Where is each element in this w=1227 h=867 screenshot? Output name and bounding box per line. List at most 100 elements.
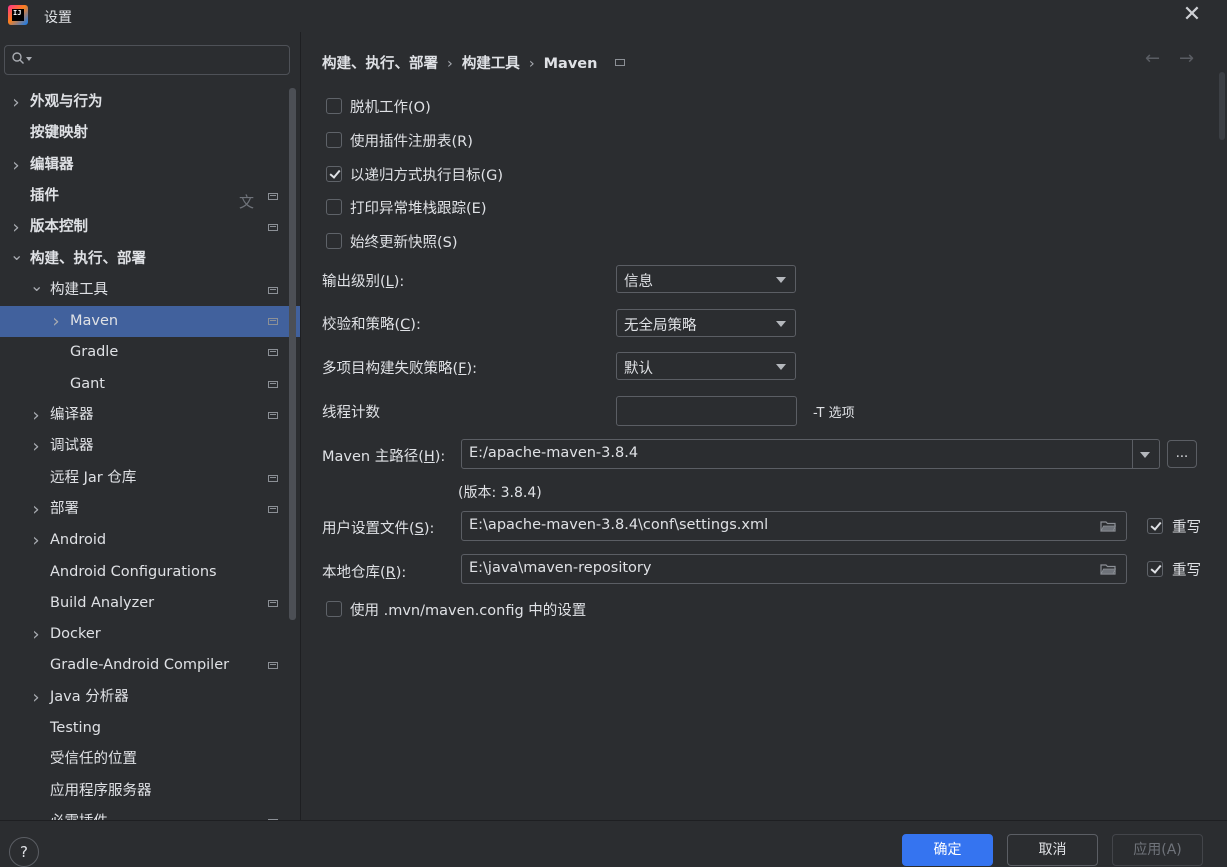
sidebar-item[interactable]: Gradle-Android Compiler [0,650,300,681]
sidebar-item[interactable]: Gant [0,369,300,400]
sidebar-item-label: 部署 [50,501,79,517]
sidebar-item[interactable]: › Docker [0,619,300,650]
cancel-button[interactable]: 取消 [1007,834,1098,866]
local-repo-override-label: 重写 [1172,563,1201,579]
sidebar-item-label: Android Configurations [50,564,217,580]
project-scope-icon [268,349,278,356]
user-settings-input[interactable]: E:\apache-maven-3.8.4\conf\settings.xml [461,511,1127,541]
sidebar-item[interactable]: Android Configurations [0,557,300,588]
dropdown-arrow-icon [776,321,786,327]
project-scope-icon [268,600,278,607]
sidebar-item[interactable]: › Maven [0,306,300,337]
thread-count-hint: -T 选项 [813,406,855,421]
apply-button[interactable]: 应用(A) [1112,834,1203,866]
project-scope-icon [268,412,278,419]
chevron-right-icon[interactable]: › [30,682,42,713]
window-title: 设置 [44,10,72,26]
breadcrumb-separator: › [528,56,535,72]
dropdown-arrow-icon[interactable] [1140,452,1150,458]
settings-sidebar: › 外观与行为 按键映射 › 编辑器 插件文 › 版本控制 ⌄ 构建、执行、部署 ⌄ 构建工具 › Mav… [0,32,300,820]
local-repo-label: 本地仓库(R): [322,565,407,581]
chevron-right-icon[interactable]: › [30,619,42,650]
browse-maven-home-button[interactable]: ... [1167,440,1197,468]
chevron-right-icon[interactable]: › [50,306,62,337]
chevron-right-icon[interactable]: › [30,400,42,431]
forward-arrow-icon[interactable]: → [1179,48,1194,69]
sidebar-scrollbar[interactable] [289,88,296,620]
sidebar-item[interactable]: › 外观与行为 [0,87,300,118]
sidebar-item[interactable]: 远程 Jar 仓库 [0,463,300,494]
use-mvn-config-checkbox[interactable] [326,601,342,617]
chevron-right-icon[interactable]: › [10,87,22,118]
project-scope-icon [268,381,278,388]
user-settings-override-checkbox[interactable] [1147,518,1163,534]
thread-count-input[interactable] [616,396,797,426]
sidebar-item[interactable]: 按键映射 [0,118,300,149]
close-icon[interactable]: ✕ [1180,3,1204,27]
sidebar-item[interactable]: › 调试器 [0,431,300,462]
folder-icon[interactable] [1100,520,1116,532]
print-stacktrace-checkbox[interactable] [326,199,342,215]
failure-policy-select[interactable]: 默认 [616,352,796,380]
sidebar-item-label: 构建、执行、部署 [30,251,146,267]
sidebar-item-label: 受信任的位置 [50,751,137,767]
sidebar-item[interactable]: 应用程序服务器 [0,776,300,807]
maven-home-combo[interactable]: E:/apache-maven-3.8.4 [461,439,1160,469]
chevron-right-icon[interactable]: › [30,525,42,556]
failure-policy-label: 多项目构建失败策略(F): [322,361,478,377]
sidebar-item-label: 调试器 [50,438,94,454]
breadcrumb-item-maven: Maven [543,56,598,72]
breadcrumb-item-build[interactable]: 构建、执行、部署 [322,52,438,73]
sidebar-item[interactable]: › 编辑器 [0,150,300,181]
chevron-down-icon[interactable]: ⌄ [10,244,23,275]
project-scope-icon [268,193,278,200]
sidebar-item[interactable]: 插件文 [0,181,300,212]
sidebar-item[interactable]: › 版本控制 [0,212,300,243]
sidebar-item[interactable]: Gradle [0,337,300,368]
output-level-value: 信息 [624,274,653,290]
local-repo-override-checkbox[interactable] [1147,561,1163,577]
help-button[interactable]: ? [9,837,39,867]
sidebar-item-label: Docker [50,626,101,642]
output-level-select[interactable]: 信息 [616,265,796,293]
project-scope-icon [268,662,278,669]
sidebar-item[interactable]: › 部署 [0,494,300,525]
chevron-right-icon[interactable]: › [30,431,42,462]
sidebar-item[interactable]: 必需插件 [0,807,300,820]
sidebar-item[interactable]: Testing [0,713,300,744]
chevron-right-icon[interactable]: › [30,494,42,525]
sidebar-item[interactable]: › Java 分析器 [0,682,300,713]
user-settings-override-label: 重写 [1172,520,1201,536]
sidebar-item[interactable]: › Android [0,525,300,556]
dropdown-arrow-icon [776,364,786,370]
recursive-goals-checkbox[interactable] [326,166,342,182]
combo-divider [1132,440,1133,468]
search-input[interactable] [4,45,290,75]
chevron-down-icon[interactable]: ⌄ [30,275,43,306]
plugin-registry-label: 使用插件注册表(R) [350,134,473,150]
edge-scrollbar[interactable] [1219,72,1225,140]
chevron-right-icon[interactable]: › [10,150,22,181]
offline-checkbox[interactable] [326,98,342,114]
output-level-label: 输出级别(L): [322,274,405,290]
sidebar-item[interactable]: ⌄ 构建工具 [0,275,300,306]
back-arrow-icon[interactable]: ← [1145,48,1160,69]
sidebar-item-label: 版本控制 [30,219,88,235]
breadcrumb-item-build-tools[interactable]: 构建工具 [462,52,520,73]
sidebar-item-label: Gradle-Android Compiler [50,657,230,673]
sidebar-item[interactable]: 受信任的位置 [0,744,300,775]
sidebar-item[interactable]: › 编译器 [0,400,300,431]
local-repo-input[interactable]: E:\java\maven-repository [461,554,1127,584]
sidebar-item-label: Build Analyzer [50,595,155,611]
search-icon [12,52,24,64]
checksum-policy-select[interactable]: 无全局策略 [616,309,796,337]
plugin-registry-checkbox[interactable] [326,132,342,148]
search-options-chevron-icon[interactable] [26,57,32,61]
sidebar-item[interactable]: ⌄ 构建、执行、部署 [0,244,300,275]
chevron-right-icon[interactable]: › [10,212,22,243]
project-scope-icon [268,506,278,513]
folder-icon[interactable] [1100,563,1116,575]
ok-button[interactable]: 确定 [902,834,993,866]
sidebar-item[interactable]: Build Analyzer [0,588,300,619]
always-update-snapshots-checkbox[interactable] [326,233,342,249]
